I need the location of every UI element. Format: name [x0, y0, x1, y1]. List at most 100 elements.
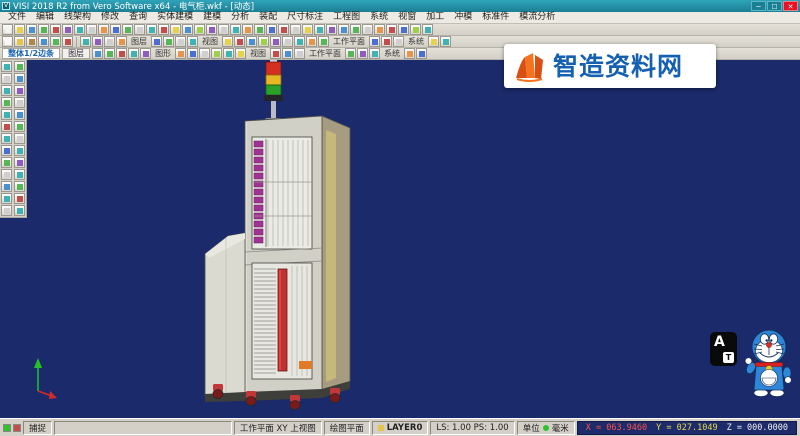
palette-tool-icon[interactable]: [1, 85, 12, 96]
tool-icon[interactable]: [222, 36, 233, 47]
tool-icon[interactable]: [234, 36, 245, 47]
tool-icon[interactable]: [338, 24, 349, 35]
menu-assembly[interactable]: 装配: [254, 12, 282, 23]
palette-tool-icon[interactable]: [1, 97, 12, 108]
tool-icon[interactable]: [294, 36, 305, 47]
tool-icon[interactable]: [38, 24, 49, 35]
menu-query[interactable]: 查询: [124, 12, 152, 23]
palette-tool-icon[interactable]: [1, 205, 12, 216]
tool-icon[interactable]: [14, 36, 25, 47]
menu-analysis[interactable]: 分析: [226, 12, 254, 23]
palette-tool-icon[interactable]: [1, 61, 12, 72]
palette-tool-icon[interactable]: [14, 73, 25, 84]
tool-icon[interactable]: [386, 24, 397, 35]
tool-icon[interactable]: [62, 36, 73, 47]
tool-icon[interactable]: [410, 24, 421, 35]
tool-icon[interactable]: [62, 24, 73, 35]
palette-tool-icon[interactable]: [1, 133, 12, 144]
units-info[interactable]: 单位 毫米: [517, 421, 575, 435]
palette-tool-icon[interactable]: [1, 73, 12, 84]
menu-flow-analysis[interactable]: 模流分析: [514, 12, 560, 23]
tool-icon[interactable]: [206, 24, 217, 35]
tool-icon[interactable]: [26, 36, 37, 47]
palette-tool-icon[interactable]: [14, 109, 25, 120]
menu-system[interactable]: 系统: [365, 12, 393, 23]
tool-icon[interactable]: [266, 24, 277, 35]
tool-icon[interactable]: [314, 24, 325, 35]
tool-icon[interactable]: [211, 48, 222, 59]
tool-icon[interactable]: [2, 36, 13, 47]
tool-icon[interactable]: [158, 24, 169, 35]
palette-tool-icon[interactable]: [14, 121, 25, 132]
tool-icon[interactable]: [282, 48, 293, 59]
menu-file[interactable]: 文件: [3, 12, 31, 23]
tool-icon[interactable]: [26, 24, 37, 35]
status-grid-icon[interactable]: [13, 424, 21, 432]
tool-icon[interactable]: [235, 48, 246, 59]
tool-icon[interactable]: [146, 24, 157, 35]
palette-tool-icon[interactable]: [14, 85, 25, 96]
tool-icon[interactable]: [110, 24, 121, 35]
tool-icon[interactable]: [50, 36, 61, 47]
tool-icon[interactable]: [404, 48, 415, 59]
tool-icon[interactable]: [98, 24, 109, 35]
tool-icon[interactable]: [116, 36, 127, 47]
active-layer[interactable]: LAYER0: [372, 421, 429, 435]
tool-icon[interactable]: [381, 36, 392, 47]
menu-solid-modeling[interactable]: 实体建模: [152, 12, 198, 23]
tool-icon[interactable]: [282, 36, 293, 47]
tool-icon[interactable]: [258, 36, 269, 47]
palette-tool-icon[interactable]: [14, 97, 25, 108]
menu-standard-parts[interactable]: 标准件: [477, 12, 514, 23]
tool-icon[interactable]: [345, 48, 356, 59]
tool-icon[interactable]: [290, 24, 301, 35]
tool-icon[interactable]: [306, 36, 317, 47]
active-view-info[interactable]: 工作平面 XY 上视图: [234, 421, 322, 435]
palette-tool-icon[interactable]: [1, 109, 12, 120]
tool-icon[interactable]: [357, 48, 368, 59]
palette-tool-icon[interactable]: [1, 169, 12, 180]
palette-tool-icon[interactable]: [1, 157, 12, 168]
menu-modeling[interactable]: 建模: [198, 12, 226, 23]
tool-icon[interactable]: [199, 48, 210, 59]
maximize-button[interactable]: ☐: [767, 1, 782, 11]
menu-edit[interactable]: 编辑: [31, 12, 59, 23]
tool-icon[interactable]: [2, 24, 13, 35]
tool-icon[interactable]: [440, 36, 451, 47]
tool-icon[interactable]: [80, 36, 91, 47]
palette-tool-icon[interactable]: [1, 145, 12, 156]
tool-icon[interactable]: [362, 24, 373, 35]
palette-tool-icon[interactable]: [14, 133, 25, 144]
menu-die[interactable]: 冲模: [449, 12, 477, 23]
drawing-plane-info[interactable]: 绘图平面: [324, 421, 370, 435]
menu-drafting[interactable]: 工程图: [328, 12, 365, 23]
tool-icon[interactable]: [350, 24, 361, 35]
close-button[interactable]: ✕: [783, 1, 798, 11]
tool-icon[interactable]: [270, 36, 281, 47]
tool-icon[interactable]: [140, 48, 151, 59]
tool-icon[interactable]: [175, 48, 186, 59]
menu-wireframe[interactable]: 线架构: [59, 12, 96, 23]
palette-tool-icon[interactable]: [14, 61, 25, 72]
tool-icon[interactable]: [254, 24, 265, 35]
tool-icon[interactable]: [369, 48, 380, 59]
tool-icon[interactable]: [122, 24, 133, 35]
tool-icon[interactable]: [398, 24, 409, 35]
tool-icon[interactable]: [294, 48, 305, 59]
tool-icon[interactable]: [163, 36, 174, 47]
tool-icon[interactable]: [104, 36, 115, 47]
tool-icon[interactable]: [92, 36, 103, 47]
tool-icon[interactable]: [270, 48, 281, 59]
menu-dimension[interactable]: 尺寸标注: [282, 12, 328, 23]
palette-tool-icon[interactable]: [1, 193, 12, 204]
tab-0[interactable]: 整体1/2边条: [2, 48, 60, 59]
palette-tool-icon[interactable]: [14, 193, 25, 204]
tool-icon[interactable]: [38, 36, 49, 47]
tool-icon[interactable]: [50, 24, 61, 35]
palette-tool-icon[interactable]: [1, 181, 12, 192]
tool-icon[interactable]: [14, 24, 25, 35]
palette-tool-icon[interactable]: [14, 205, 25, 216]
tool-icon[interactable]: [230, 24, 241, 35]
palette-tool-icon[interactable]: [1, 121, 12, 132]
tool-icon[interactable]: [134, 24, 145, 35]
